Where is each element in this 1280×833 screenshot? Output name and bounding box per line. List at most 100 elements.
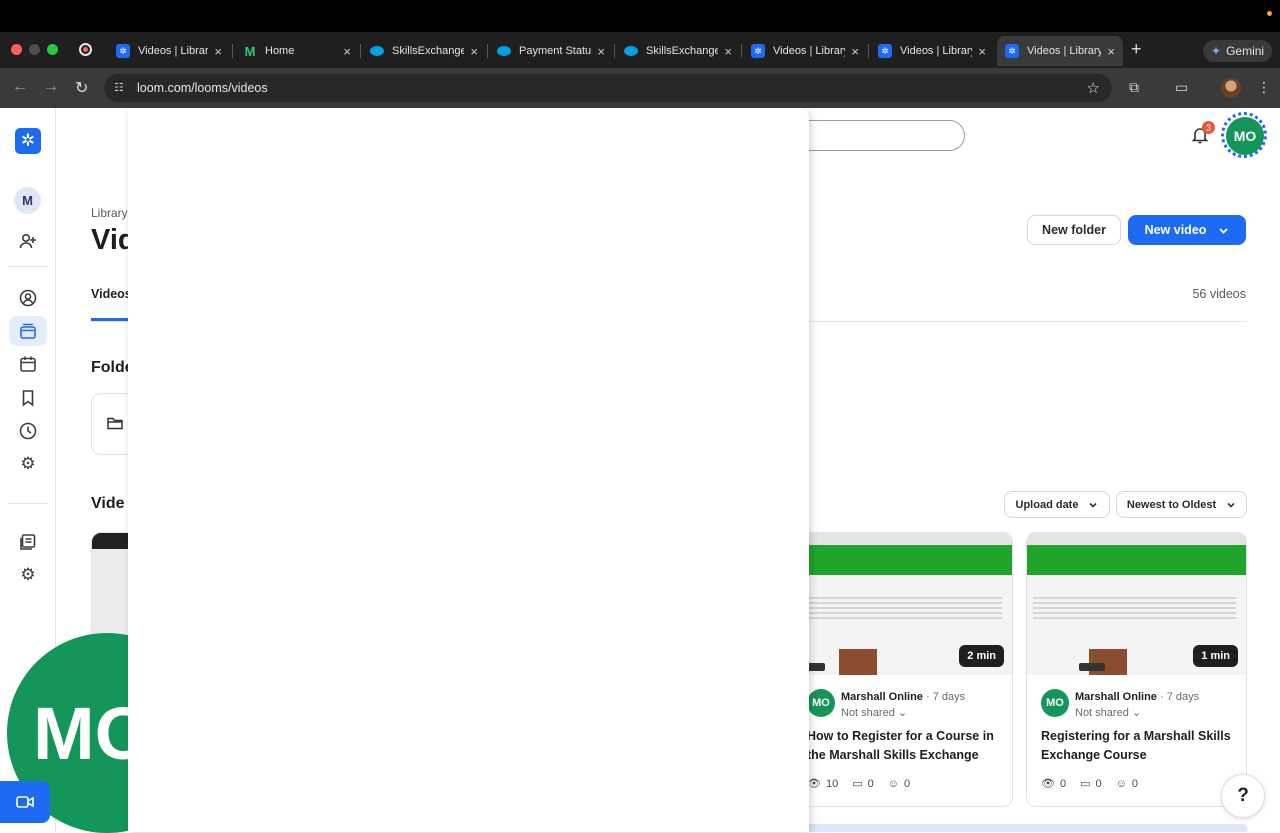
- minimize-window-button[interactable]: [29, 44, 40, 55]
- loom-icon: ✲: [116, 44, 130, 58]
- record-icon[interactable]: [79, 43, 92, 56]
- views-icon: 👁: [807, 778, 821, 790]
- gemini-label: Gemini: [1226, 44, 1265, 58]
- comments-icon: ▭: [852, 778, 863, 790]
- close-icon[interactable]: ×: [851, 44, 859, 59]
- tab-title: SkillsExchange: [646, 45, 719, 57]
- invite-user-icon[interactable]: [16, 229, 40, 253]
- video-stats: 👁 10 ▭ 0 ☺ 0: [807, 777, 911, 791]
- comments-icon: ▭: [1080, 778, 1091, 790]
- sharing-dropdown[interactable]: Not shared ⌄: [841, 706, 907, 719]
- tab-skillsexchange-2[interactable]: SkillsExchange ×: [616, 36, 740, 66]
- owner-avatar: MO: [1041, 689, 1069, 717]
- new-video-button[interactable]: New video: [1128, 215, 1246, 245]
- video-age: 7 days: [1166, 691, 1200, 703]
- close-icon[interactable]: ×: [343, 44, 351, 59]
- sort-order-dropdown[interactable]: Newest to Oldest: [1116, 491, 1247, 518]
- tab-videos[interactable]: Videos: [91, 287, 132, 301]
- close-icon[interactable]: ×: [597, 44, 605, 59]
- url-text: loom.com/looms/videos: [137, 81, 268, 95]
- profile-icon[interactable]: [16, 286, 40, 310]
- menu-bar: [0, 0, 1280, 32]
- owner-line: Marshall Online · 7 days: [1075, 691, 1200, 703]
- videos-heading: Vide: [91, 495, 125, 512]
- chevron-down-icon: [1219, 227, 1229, 234]
- sharing-label: Not shared: [841, 707, 895, 719]
- tab-videos-library-1[interactable]: ✲ Videos | Library ×: [108, 36, 230, 66]
- reactions-count: 0: [1131, 777, 1138, 790]
- salesforce-icon: [497, 46, 511, 56]
- settings-icon[interactable]: ⚙: [16, 452, 40, 476]
- bookmark-icon[interactable]: [16, 386, 40, 410]
- close-icon[interactable]: ×: [724, 44, 732, 59]
- new-video-label: New video: [1144, 223, 1207, 237]
- maximize-window-button[interactable]: [47, 44, 58, 55]
- video-age: 7 days: [932, 691, 966, 703]
- workspace-settings-icon[interactable]: ⚙: [16, 563, 40, 587]
- video-stats: 👁 0 ▭ 0 ☺ 0: [1041, 777, 1138, 791]
- clock-icon[interactable]: [16, 419, 40, 443]
- breadcrumb[interactable]: Library: [91, 206, 128, 220]
- close-window-button[interactable]: [11, 44, 22, 55]
- recording-indicator: [1267, 11, 1272, 16]
- camera-icon[interactable]: [0, 781, 50, 823]
- close-icon[interactable]: ×: [978, 44, 986, 59]
- tab-home[interactable]: M Home ×: [235, 36, 359, 66]
- overlay-panel: [128, 108, 809, 832]
- comments-count: 0: [1095, 777, 1102, 790]
- media-icon[interactable]: ▭: [1175, 79, 1188, 96]
- chevron-down-icon: ⌄: [1131, 707, 1142, 719]
- video-title[interactable]: How to Register for a Course in the Mars…: [807, 727, 1002, 765]
- workspace-avatar[interactable]: M: [14, 187, 41, 214]
- views-icon: 👁: [1041, 778, 1055, 790]
- forward-icon[interactable]: →: [43, 78, 59, 96]
- folder-icon: [107, 416, 123, 434]
- video-title[interactable]: Registering for a Marshall Skills Exchan…: [1041, 727, 1236, 765]
- salesforce-icon: [624, 46, 638, 56]
- tab-videos-library-3[interactable]: ✲ Videos | Library ×: [870, 36, 994, 66]
- address-bar[interactable]: ☷ loom.com/looms/videos ☆: [104, 74, 1112, 102]
- sort-field-label: Upload date: [1015, 498, 1079, 511]
- notification-badge: 3: [1202, 121, 1215, 134]
- calendar-icon[interactable]: [16, 352, 40, 376]
- notes-icon[interactable]: [16, 530, 40, 554]
- duration-badge: 2 min: [959, 645, 1004, 667]
- tab-videos-library-active[interactable]: ✲ Videos | Library ×: [997, 36, 1123, 66]
- gemini-button[interactable]: ✦ Gemini: [1203, 40, 1273, 62]
- profile-avatar[interactable]: [1221, 78, 1241, 98]
- video-thumbnail[interactable]: 2 min: [793, 533, 1012, 675]
- close-icon[interactable]: ×: [470, 44, 478, 59]
- video-card[interactable]: 2 min MO Marshall Online · 7 days Not sh…: [792, 532, 1013, 807]
- library-icon[interactable]: [9, 316, 47, 346]
- tab-skillsexchange-1[interactable]: SkillsExchange ×: [362, 36, 486, 66]
- loom-logo-icon[interactable]: ✲: [15, 128, 41, 154]
- tab-title: Videos | Library: [900, 45, 973, 57]
- tab-payment-status[interactable]: Payment Status ×: [489, 36, 613, 66]
- help-button[interactable]: ?: [1221, 774, 1265, 818]
- sharing-dropdown[interactable]: Not shared ⌄: [1075, 706, 1141, 719]
- tab-title: Home: [265, 45, 295, 57]
- sharing-label: Not shared: [1075, 707, 1129, 719]
- close-icon[interactable]: ×: [214, 44, 222, 59]
- bookmark-star-icon[interactable]: ☆: [1087, 79, 1100, 97]
- extensions-icon[interactable]: ⧉: [1129, 79, 1139, 96]
- m-icon: M: [244, 43, 256, 59]
- comments-count: 0: [867, 777, 874, 790]
- site-info-icon[interactable]: ☷: [114, 81, 128, 95]
- reload-icon[interactable]: ↻: [75, 78, 88, 98]
- tab-strip: ✲ Videos | Library × M Home × SkillsExch…: [0, 32, 1280, 68]
- new-tab-button[interactable]: +: [1131, 39, 1142, 60]
- tab-videos-library-2[interactable]: ✲ Videos | Library ×: [743, 36, 867, 66]
- gemini-icon: ✦: [1211, 44, 1222, 58]
- tab-title: SkillsExchange: [392, 45, 465, 57]
- menu-icon[interactable]: ⋮: [1257, 79, 1271, 96]
- user-avatar[interactable]: MO: [1226, 117, 1264, 155]
- back-icon[interactable]: ←: [12, 78, 28, 96]
- reactions-count: 0: [903, 777, 911, 790]
- new-folder-button[interactable]: New folder: [1027, 215, 1121, 245]
- video-thumbnail[interactable]: 1 min: [1027, 533, 1246, 675]
- close-icon[interactable]: ×: [1107, 44, 1115, 59]
- video-card[interactable]: 1 min MO Marshall Online · 7 days Not sh…: [1026, 532, 1247, 807]
- sort-field-dropdown[interactable]: Upload date: [1004, 491, 1110, 518]
- loom-icon: ✲: [878, 44, 892, 58]
